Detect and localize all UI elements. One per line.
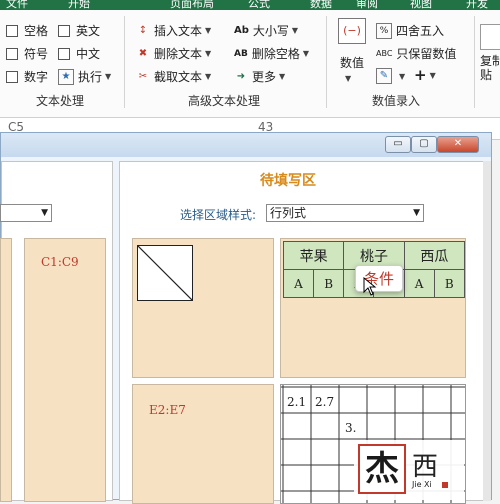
table-subheader: B: [433, 269, 466, 298]
arrow-right-icon: ➜: [236, 70, 246, 82]
plus-button[interactable]: + ▼: [414, 66, 436, 84]
dialog-scrollbar[interactable]: [483, 161, 491, 501]
group-label-number: 数值录入: [372, 94, 421, 108]
paste-button[interactable]: 复制贴: [480, 54, 500, 82]
style-option-table[interactable]: 苹果 桃子 西瓜 A B A B A B 条件: [280, 238, 466, 378]
table-header: 西瓜: [403, 241, 466, 270]
checkbox-icon[interactable]: [6, 47, 18, 60]
group-separator: [124, 16, 125, 108]
maximize-button[interactable]: ▢: [411, 136, 437, 153]
checkbox-icon[interactable]: [58, 24, 70, 37]
grid-cell-value: 2.7: [315, 395, 335, 409]
logo-dot: [442, 482, 448, 488]
tab-data[interactable]: 数据: [310, 0, 332, 10]
table-header: 苹果: [282, 241, 345, 270]
diagonal-header-icon: [137, 245, 193, 301]
dropdown-arrow-icon: ▼: [205, 49, 212, 58]
table-subheader: A: [403, 269, 435, 298]
checkbox-icon[interactable]: [6, 70, 18, 83]
keep-value-icon: ABC: [376, 48, 393, 58]
group-separator: [326, 16, 327, 108]
style-select[interactable]: 行列式 ▼: [266, 204, 424, 222]
case-button[interactable]: Ab 大小写 ▼: [234, 22, 298, 39]
grid-cell-value: 3.: [345, 421, 357, 435]
tab-page-layout[interactable]: 页面布局: [170, 0, 214, 10]
left-cell-area: [0, 238, 12, 502]
dropdown-arrow-icon: ▼: [205, 26, 212, 35]
dropdown-arrow-icon: ▼: [399, 71, 406, 81]
remove-space-button[interactable]: AB 删除空格 ▼: [234, 45, 309, 62]
value-button[interactable]: 数值: [340, 54, 364, 71]
insert-text-icon: ↕: [138, 24, 148, 36]
dropdown-arrow-icon: ▼: [41, 208, 48, 218]
tab-view[interactable]: 视图: [410, 0, 432, 10]
dropdown-arrow-icon: ▼: [291, 26, 299, 35]
dropdown-arrow-icon: ▼: [302, 49, 309, 58]
close-button[interactable]: ✕: [437, 136, 479, 153]
tab-home[interactable]: 开始: [68, 0, 90, 10]
more-button[interactable]: ➜ 更多 ▼: [234, 68, 285, 85]
range-area-2[interactable]: E2:E7: [132, 384, 274, 504]
dropdown-arrow-icon: ▼: [105, 72, 112, 81]
checkbox-space[interactable]: 空格: [6, 22, 48, 39]
checkbox-number[interactable]: 数字: [6, 68, 48, 85]
watermark-logo: 杰 西 Jie Xi: [354, 440, 464, 500]
edit-button[interactable]: ✎ ▼: [376, 68, 405, 84]
checkbox-icon[interactable]: [58, 47, 70, 60]
select-style-label: 选择区域样式:: [180, 208, 257, 222]
copy-icon[interactable]: [480, 24, 500, 50]
dropdown-arrow-icon: ▼: [205, 72, 212, 81]
execute-button[interactable]: ★ 执行 ▼: [58, 68, 111, 85]
table-subheader: A: [283, 269, 314, 298]
tab-formulas[interactable]: 公式: [248, 0, 270, 10]
star-icon: ★: [58, 68, 74, 85]
checkbox-symbol[interactable]: 符号: [6, 45, 48, 62]
value-dropdown[interactable]: ▼: [342, 74, 351, 83]
logo-subtitle: Jie Xi: [412, 480, 432, 489]
cut-text-button[interactable]: ✂ 截取文本 ▼: [136, 68, 211, 85]
minimize-button[interactable]: ▭: [385, 136, 411, 153]
delete-text-button[interactable]: ✖ 删除文本 ▼: [136, 45, 211, 62]
tab-file[interactable]: 文件: [6, 0, 28, 10]
grid-cell-value: 2.1: [287, 395, 307, 409]
keep-value-button[interactable]: ABC 只保留数值: [376, 45, 456, 62]
delete-text-icon: ✖: [138, 47, 148, 59]
tab-review[interactable]: 审阅: [356, 0, 378, 10]
dropdown-arrow-icon: ▼: [279, 72, 286, 81]
group-label-advanced: 高级文本处理: [188, 94, 261, 108]
round-icon: %: [376, 22, 392, 39]
logo-char-1: 杰: [358, 444, 406, 494]
group-separator: [474, 16, 475, 108]
cut-text-icon: ✂: [138, 70, 148, 82]
value-icon[interactable]: (−): [338, 18, 366, 44]
left-style-select[interactable]: ▼: [0, 204, 52, 222]
range-label-2: E2:E7: [149, 403, 186, 417]
edit-icon: ✎: [376, 68, 392, 84]
remove-space-icon: AB: [234, 48, 248, 59]
table-subheader: B: [312, 269, 345, 298]
checkbox-english[interactable]: 英文: [58, 22, 100, 39]
ribbon-tab-strip: 文件 开始 页面布局 公式 数据 审阅 视图 开发: [0, 0, 500, 10]
dropdown-arrow-icon: ▼: [413, 208, 420, 218]
checkbox-icon[interactable]: [6, 24, 18, 37]
tab-developer[interactable]: 开发: [466, 0, 488, 10]
case-icon: Ab: [234, 24, 249, 36]
range-label-1: C1:C9: [41, 255, 79, 269]
checkbox-chinese[interactable]: 中文: [58, 45, 100, 62]
insert-text-button[interactable]: ↕ 插入文本 ▼: [136, 22, 211, 39]
dropdown-arrow-icon: ▼: [345, 74, 352, 83]
style-option-diagonal[interactable]: [132, 238, 274, 378]
dropdown-arrow-icon: ▼: [429, 70, 436, 80]
logo-char-2: 西: [412, 452, 439, 482]
mouse-cursor-icon: [363, 277, 377, 296]
ribbon: 空格 英文 符号 中文 数字 ★ 执行 ▼ 文本处理 ↕ 插入文本 ▼ ✖ 删除文本 ▼ ✂…: [0, 10, 500, 118]
dialog-titlebar[interactable]: ▭ ▢ ✕: [1, 133, 491, 157]
group-label-text: 文本处理: [36, 94, 85, 108]
round-button[interactable]: % 四舍五入: [376, 22, 444, 39]
range-area-1: C1:C9: [24, 238, 106, 502]
left-panel: ▼ C1:C9: [0, 161, 113, 502]
panel-title: 待填写区: [260, 173, 316, 189]
